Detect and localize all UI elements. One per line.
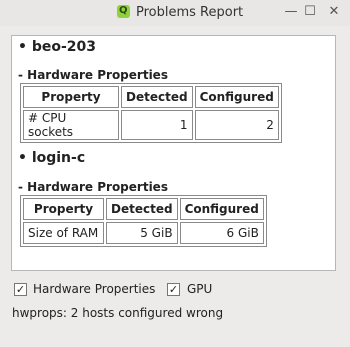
table-row: Size of RAM 5 GiB 6 GiB [23,222,264,244]
gpu-label[interactable]: GPU [187,282,212,296]
close-icon[interactable]: ✕ [326,4,342,20]
column-header: Detected [121,86,193,108]
maximize-icon[interactable]: ☐ [302,4,318,20]
section-heading: - Hardware Properties [18,180,168,194]
column-header: Configured [179,198,264,220]
status-text: hwprops: 2 hosts configured wrong [12,306,224,320]
host-name: • login-c [18,150,86,166]
hardware-properties-checkbox[interactable]: ✓ [14,283,27,296]
table-cell: 2 [194,110,279,140]
table-cell: 6 GiB [179,222,264,244]
column-header: Property [23,86,119,108]
table-cell: Size of RAM [23,222,104,244]
table-row: # CPU sockets 1 2 [23,110,279,140]
app-icon-letter: Q [119,5,128,16]
table-cell: # CPU sockets [23,110,119,140]
report-panel[interactable]: • beo-203 - Hardware Properties Property… [11,35,336,271]
column-header: Property [23,198,104,220]
properties-table: Property Detected Configured Size of RAM… [20,195,267,247]
window-title: Problems Report [136,5,244,20]
section-heading: - Hardware Properties [18,68,168,82]
table-header-row: Property Detected Configured [23,198,264,220]
table-cell: 1 [121,110,193,140]
column-header: Configured [194,86,279,108]
hardware-properties-label[interactable]: Hardware Properties [33,282,155,296]
host-name: • beo-203 [18,39,96,55]
title-bar: Q Problems Report — ☐ ✕ [0,0,350,26]
table-cell: 5 GiB [106,222,178,244]
minimize-icon[interactable]: — [283,4,299,20]
properties-table: Property Detected Configured # CPU socke… [20,83,282,143]
app-icon: Q [117,5,130,18]
gpu-checkbox[interactable]: ✓ [167,283,180,296]
table-header-row: Property Detected Configured [23,86,279,108]
column-header: Detected [106,198,178,220]
